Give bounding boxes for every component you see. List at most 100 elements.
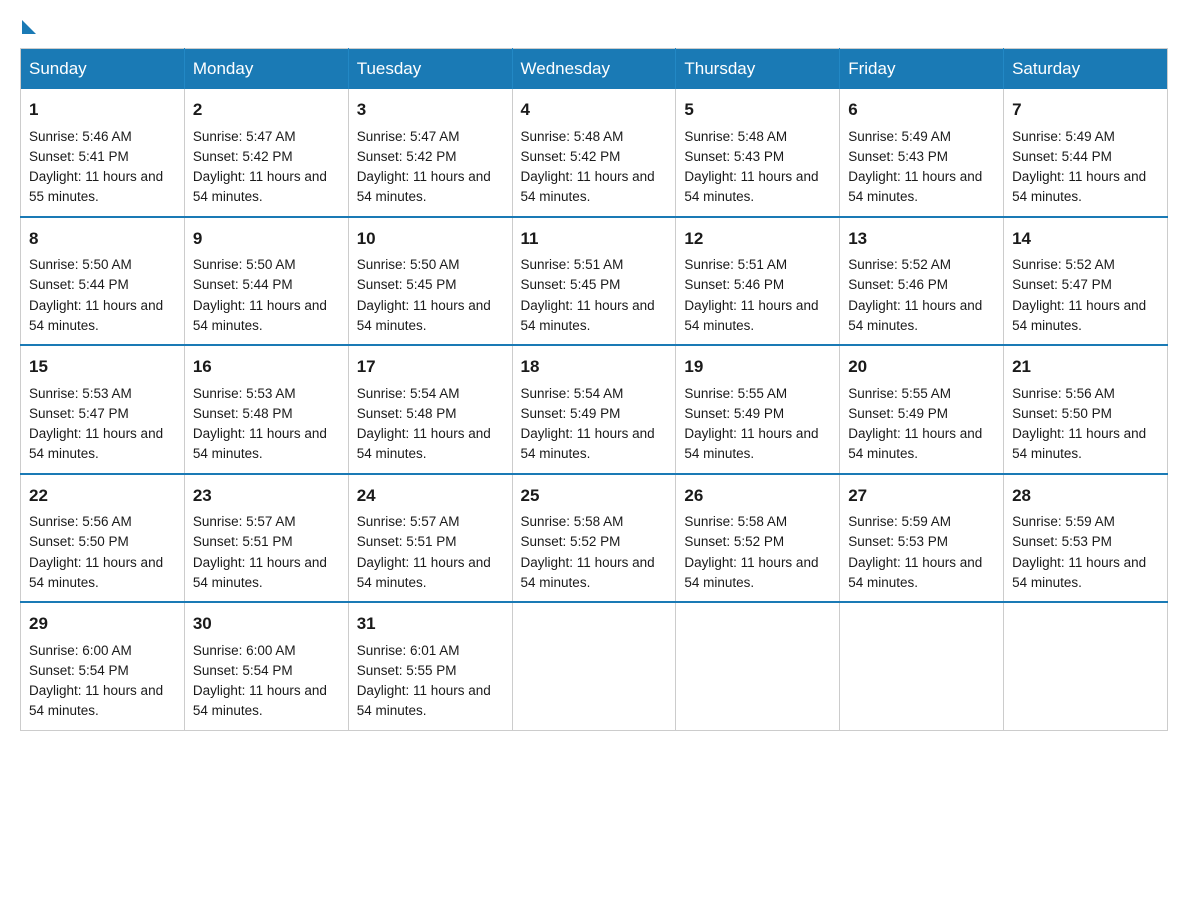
calendar-cell: 5 Sunrise: 5:48 AM Sunset: 5:43 PM Daylight… bbox=[676, 89, 840, 217]
calendar-cell: 18Sunrise: 5:54 AMSunset: 5:49 PMDayligh… bbox=[512, 345, 676, 474]
daylight-text: Daylight: 11 hours and 54 minutes. bbox=[521, 169, 655, 204]
day-number: 13 bbox=[848, 226, 995, 252]
header-thursday: Thursday bbox=[676, 49, 840, 90]
sunrise-text: Sunrise: 5:54 AM bbox=[357, 386, 460, 401]
sunrise-text: Sunrise: 6:00 AM bbox=[29, 643, 132, 658]
sunset-text: Sunset: 5:43 PM bbox=[848, 149, 948, 164]
daylight-text: Daylight: 11 hours and 54 minutes. bbox=[684, 298, 818, 333]
sunset-text: Sunset: 5:48 PM bbox=[357, 406, 457, 421]
daylight-text: Daylight: 11 hours and 54 minutes. bbox=[357, 426, 491, 461]
calendar-cell: 17Sunrise: 5:54 AMSunset: 5:48 PMDayligh… bbox=[348, 345, 512, 474]
calendar-cell: 20Sunrise: 5:55 AMSunset: 5:49 PMDayligh… bbox=[840, 345, 1004, 474]
daylight-text: Daylight: 11 hours and 54 minutes. bbox=[1012, 298, 1146, 333]
sunset-text: Sunset: 5:54 PM bbox=[29, 663, 129, 678]
sunset-text: Sunset: 5:49 PM bbox=[521, 406, 621, 421]
calendar-cell: 3Sunrise: 5:47 AMSunset: 5:42 PMDaylight… bbox=[348, 89, 512, 217]
sunset-text: Sunset: 5:43 PM bbox=[684, 149, 784, 164]
sunset-text: Sunset: 5:45 PM bbox=[521, 277, 621, 292]
sunset-text: Sunset: 5:54 PM bbox=[193, 663, 293, 678]
day-number: 26 bbox=[684, 483, 831, 509]
sunrise-text: Sunrise: 6:01 AM bbox=[357, 643, 460, 658]
day-number: 9 bbox=[193, 226, 340, 252]
sunset-text: Sunset: 5:50 PM bbox=[29, 534, 129, 549]
calendar-cell: 31Sunrise: 6:01 AMSunset: 5:55 PMDayligh… bbox=[348, 602, 512, 730]
sunset-text: Sunset: 5:44 PM bbox=[29, 277, 129, 292]
header-wednesday: Wednesday bbox=[512, 49, 676, 90]
logo bbox=[20, 20, 38, 28]
daylight-text: Daylight: 11 hours and 54 minutes. bbox=[193, 298, 327, 333]
day-number: 24 bbox=[357, 483, 504, 509]
daylight-text: Daylight: 11 hours and 54 minutes. bbox=[29, 683, 163, 718]
sunset-text: Sunset: 5:49 PM bbox=[848, 406, 948, 421]
sunrise-text: Sunrise: 5:55 AM bbox=[684, 386, 787, 401]
day-number: 19 bbox=[684, 354, 831, 380]
calendar-cell: 23Sunrise: 5:57 AMSunset: 5:51 PMDayligh… bbox=[184, 474, 348, 603]
day-number: 29 bbox=[29, 611, 176, 637]
sunrise-text: Sunrise: 5:56 AM bbox=[1012, 386, 1115, 401]
page-header bbox=[20, 20, 1168, 28]
sunrise-text: Sunrise: 5:48 AM bbox=[521, 129, 624, 144]
daylight-text: Daylight: 11 hours and 54 minutes. bbox=[521, 298, 655, 333]
calendar-cell bbox=[676, 602, 840, 730]
sunset-text: Sunset: 5:51 PM bbox=[193, 534, 293, 549]
calendar-cell: 25Sunrise: 5:58 AMSunset: 5:52 PMDayligh… bbox=[512, 474, 676, 603]
daylight-text: Daylight: 11 hours and 54 minutes. bbox=[1012, 426, 1146, 461]
sunset-text: Sunset: 5:49 PM bbox=[684, 406, 784, 421]
day-number: 20 bbox=[848, 354, 995, 380]
daylight-text: Daylight: 11 hours and 54 minutes. bbox=[29, 426, 163, 461]
calendar-cell: 14Sunrise: 5:52 AMSunset: 5:47 PMDayligh… bbox=[1004, 217, 1168, 346]
day-number: 21 bbox=[1012, 354, 1159, 380]
sunrise-text: Sunrise: 5:48 AM bbox=[684, 129, 787, 144]
header-sunday: Sunday bbox=[21, 49, 185, 90]
sunset-text: Sunset: 5:51 PM bbox=[357, 534, 457, 549]
calendar-header-row: SundayMondayTuesdayWednesdayThursdayFrid… bbox=[21, 49, 1168, 90]
sunrise-text: Sunrise: 5:50 AM bbox=[357, 257, 460, 272]
daylight-text: Daylight: 11 hours and 54 minutes. bbox=[521, 426, 655, 461]
daylight-text: Daylight: 11 hours and 54 minutes. bbox=[193, 169, 327, 204]
day-number: 7 bbox=[1012, 97, 1159, 123]
sunset-text: Sunset: 5:48 PM bbox=[193, 406, 293, 421]
daylight-text: Daylight: 11 hours and 54 minutes. bbox=[684, 169, 818, 204]
sunrise-text: Sunrise: 5:50 AM bbox=[29, 257, 132, 272]
sunrise-text: Sunrise: 5:53 AM bbox=[29, 386, 132, 401]
sunrise-text: Sunrise: 5:50 AM bbox=[193, 257, 296, 272]
calendar-cell: 16Sunrise: 5:53 AMSunset: 5:48 PMDayligh… bbox=[184, 345, 348, 474]
calendar-cell bbox=[512, 602, 676, 730]
header-tuesday: Tuesday bbox=[348, 49, 512, 90]
calendar-cell: 8Sunrise: 5:50 AMSunset: 5:44 PMDaylight… bbox=[21, 217, 185, 346]
sunrise-text: Sunrise: 5:59 AM bbox=[848, 514, 951, 529]
daylight-text: Daylight: 11 hours and 54 minutes. bbox=[357, 169, 491, 204]
day-number: 15 bbox=[29, 354, 176, 380]
day-number: 27 bbox=[848, 483, 995, 509]
calendar-week-row: 15Sunrise: 5:53 AMSunset: 5:47 PMDayligh… bbox=[21, 345, 1168, 474]
sunrise-text: Sunrise: 5:52 AM bbox=[1012, 257, 1115, 272]
calendar-cell: 30Sunrise: 6:00 AMSunset: 5:54 PMDayligh… bbox=[184, 602, 348, 730]
day-number: 30 bbox=[193, 611, 340, 637]
sunrise-text: Sunrise: 5:58 AM bbox=[684, 514, 787, 529]
sunrise-text: Sunrise: 5:52 AM bbox=[848, 257, 951, 272]
daylight-text: Daylight: 11 hours and 54 minutes. bbox=[848, 298, 982, 333]
calendar-cell: 24Sunrise: 5:57 AMSunset: 5:51 PMDayligh… bbox=[348, 474, 512, 603]
sunrise-text: Sunrise: 5:54 AM bbox=[521, 386, 624, 401]
calendar-cell: 1Sunrise: 5:46 AMSunset: 5:41 PMDaylight… bbox=[21, 89, 185, 217]
calendar-week-row: 22 Sunrise: 5:56 AM Sunset: 5:50 PM Dayligh… bbox=[21, 474, 1168, 603]
calendar-cell: 13Sunrise: 5:52 AMSunset: 5:46 PMDayligh… bbox=[840, 217, 1004, 346]
day-number: 2 bbox=[193, 97, 340, 123]
calendar-cell: 26Sunrise: 5:58 AMSunset: 5:52 PMDayligh… bbox=[676, 474, 840, 603]
sunrise-text: Sunrise: 5:49 AM bbox=[848, 129, 951, 144]
daylight-text: Daylight: 11 hours and 54 minutes. bbox=[193, 555, 327, 590]
header-monday: Monday bbox=[184, 49, 348, 90]
day-number: 5 bbox=[684, 97, 831, 123]
day-number: 22 bbox=[29, 483, 176, 509]
daylight-text: Daylight: 11 hours and 54 minutes. bbox=[1012, 169, 1146, 204]
calendar-cell: 28Sunrise: 5:59 AMSunset: 5:53 PMDayligh… bbox=[1004, 474, 1168, 603]
calendar-cell: 2Sunrise: 5:47 AMSunset: 5:42 PMDaylight… bbox=[184, 89, 348, 217]
header-friday: Friday bbox=[840, 49, 1004, 90]
sunrise-text: Sunrise: 5:51 AM bbox=[684, 257, 787, 272]
sunrise-text: Sunrise: 5:53 AM bbox=[193, 386, 296, 401]
daylight-text: Daylight: 11 hours and 55 minutes. bbox=[29, 169, 163, 204]
day-number: 11 bbox=[521, 226, 668, 252]
calendar-cell: 9Sunrise: 5:50 AMSunset: 5:44 PMDaylight… bbox=[184, 217, 348, 346]
day-number: 8 bbox=[29, 226, 176, 252]
sunrise-text: Sunrise: 5:56 AM bbox=[29, 514, 132, 529]
